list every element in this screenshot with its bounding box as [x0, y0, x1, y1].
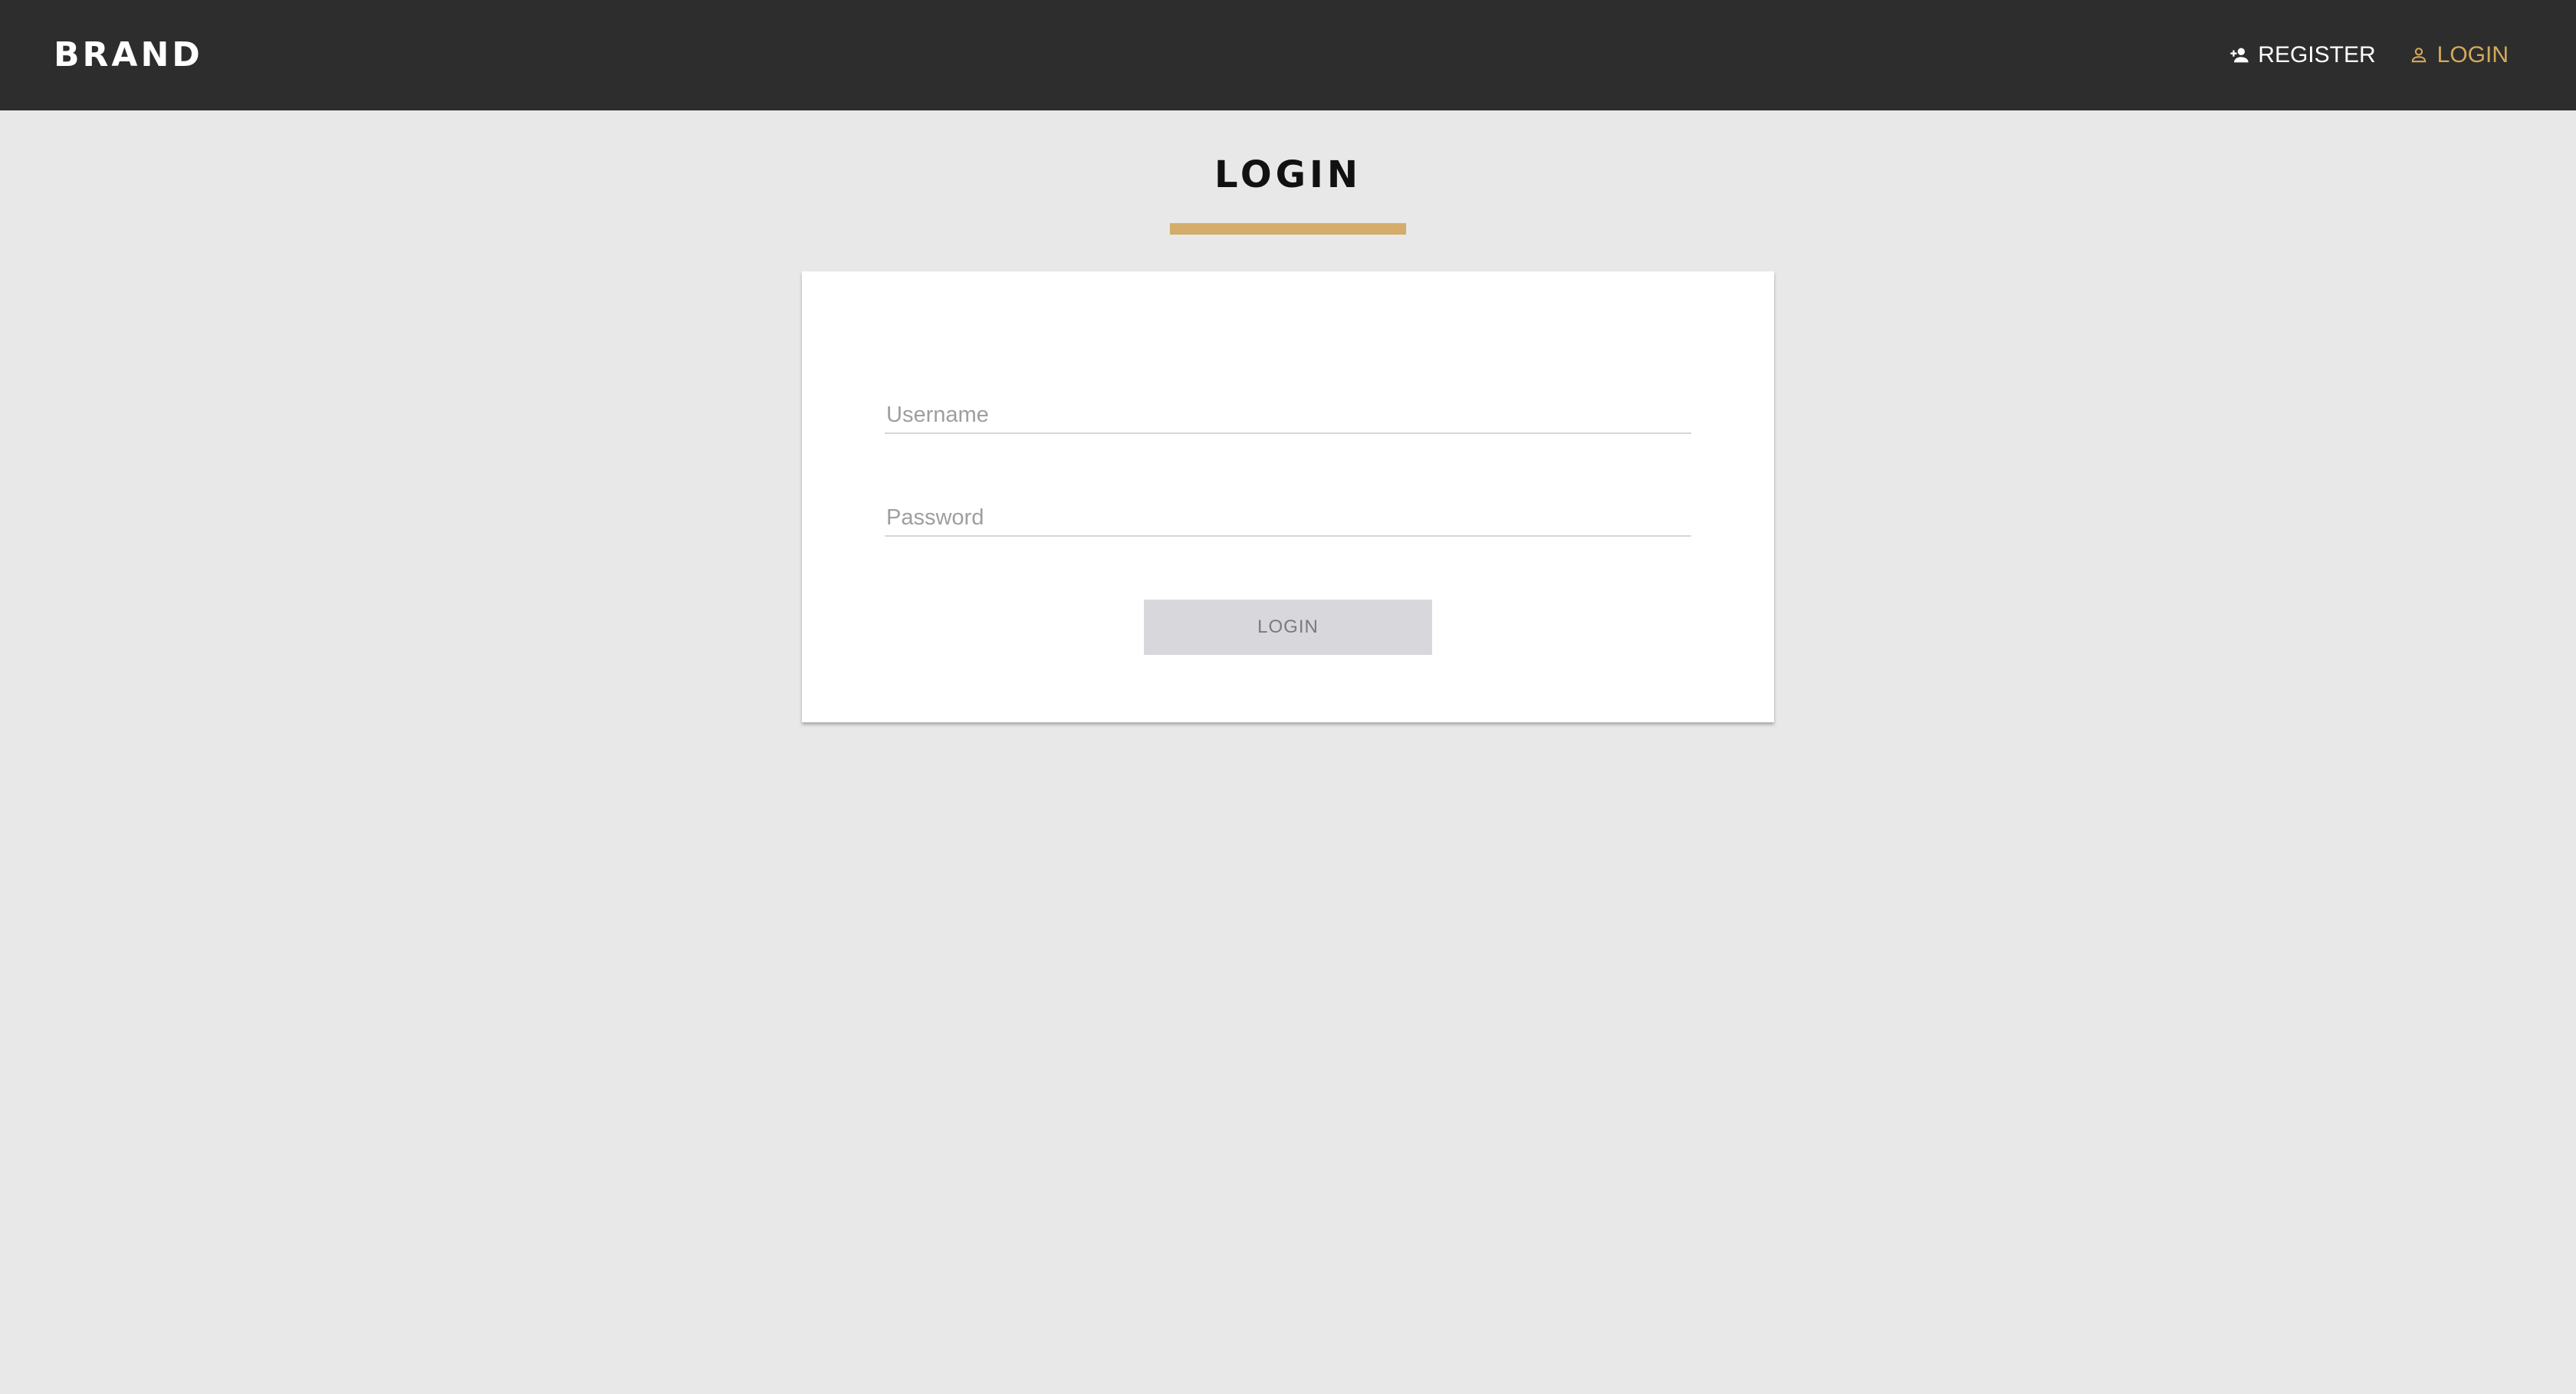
- username-input[interactable]: [885, 403, 1694, 428]
- person-icon: [2408, 44, 2430, 66]
- password-input[interactable]: [885, 505, 1694, 531]
- username-field: [885, 379, 1694, 434]
- password-field: [885, 482, 1694, 537]
- login-label: LOGIN: [2436, 42, 2509, 67]
- person-add-icon: [2229, 44, 2250, 66]
- register-link[interactable]: REGISTER: [2229, 40, 2376, 71]
- login-button[interactable]: LOGIN: [1144, 600, 1432, 655]
- page-title: LOGIN: [1214, 153, 1362, 196]
- top-navbar: BRAND REGISTER LOGIN: [0, 0, 2576, 110]
- title-underline: [1170, 223, 1406, 235]
- login-link[interactable]: LOGIN: [2408, 40, 2509, 71]
- register-label: REGISTER: [2258, 42, 2376, 67]
- nav-links: REGISTER LOGIN: [2229, 40, 2509, 71]
- brand-logo[interactable]: BRAND: [54, 34, 203, 77]
- login-card: LOGIN: [802, 271, 1774, 722]
